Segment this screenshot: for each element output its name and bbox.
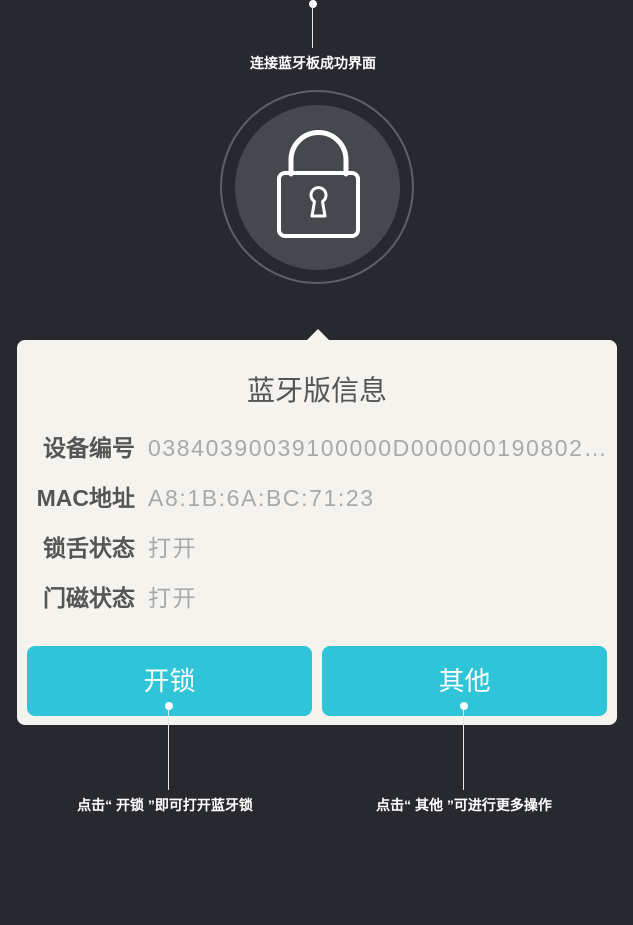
info-row-device-id: 设备编号 03840390039100000D000000190802…	[17, 423, 617, 473]
annotation-dot-other	[460, 702, 468, 710]
info-row-latch-status: 锁舌状态 打开	[17, 523, 617, 573]
annotation-line-unlock	[168, 706, 169, 790]
board-info-card: 蓝牙版信息 设备编号 03840390039100000D00000019080…	[17, 340, 617, 725]
row-label: 设备编号	[43, 435, 135, 461]
info-row-mac-address: MAC地址 A8:1B:6A:BC:71:23	[17, 473, 617, 523]
row-label: MAC地址	[36, 485, 135, 511]
annotation-line-top	[312, 2, 313, 48]
row-value: 03840390039100000D000000190802…	[148, 435, 609, 461]
info-row-door-sensor-status: 门磁状态 打开	[17, 573, 617, 623]
annotation-dot-unlock	[165, 702, 173, 710]
row-label: 锁舌状态	[43, 535, 135, 561]
annotation-unlock: 点击“ 开锁 ”即可打开蓝牙锁	[77, 797, 253, 813]
annotation-dot-top	[309, 0, 317, 8]
row-value: 打开	[148, 535, 198, 561]
card-title: 蓝牙版信息	[246, 375, 387, 406]
annotation-line-other	[463, 706, 464, 790]
annotation-connected-screen: 连接蓝牙板成功界面	[250, 55, 376, 71]
row-value: A8:1B:6A:BC:71:23	[148, 485, 375, 511]
row-value: 打开	[148, 585, 198, 611]
lock-icon	[277, 130, 360, 238]
annotation-other: 点击“ 其他 ”可进行更多操作	[376, 797, 552, 813]
app-screen: 连接蓝牙板成功界面 蓝牙版信息 设备编号 03840390039100000D0…	[0, 0, 633, 925]
row-label: 门磁状态	[43, 585, 135, 611]
